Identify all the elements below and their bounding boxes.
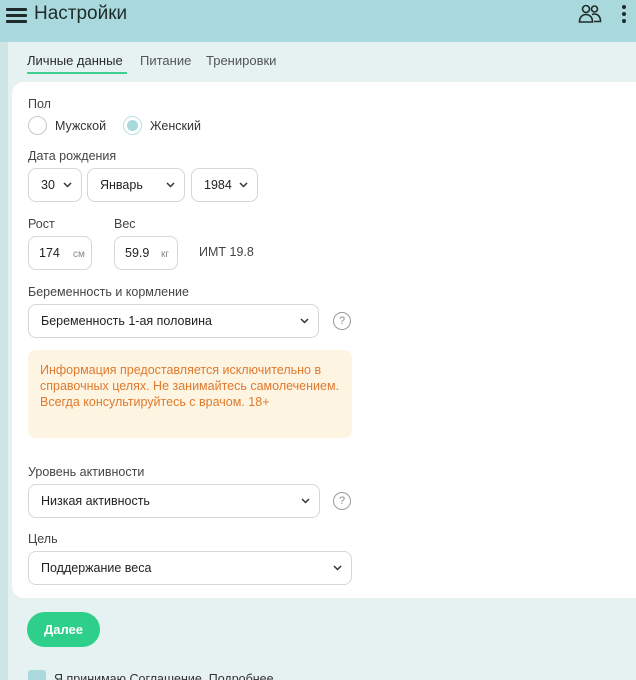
- page-title: Настройки: [34, 3, 128, 24]
- more-vertical-icon[interactable]: [621, 3, 627, 25]
- left-edge-strip: [0, 42, 8, 680]
- height-unit: см: [73, 249, 85, 260]
- activity-value: Низкая активность: [41, 494, 150, 508]
- users-icon[interactable]: [578, 3, 602, 25]
- gender-male-radio[interactable]: [28, 116, 47, 135]
- birth-year-value: 1984: [204, 178, 232, 192]
- weight-label: Вес: [114, 217, 136, 231]
- bmi-value: ИМТ 19.8: [199, 245, 254, 259]
- gender-female-radio[interactable]: [123, 116, 142, 135]
- activity-help-icon[interactable]: ?: [333, 492, 351, 510]
- gender-male-label[interactable]: Мужской: [55, 119, 106, 133]
- medical-disclaimer-notice: Информация предоставляется исключительно…: [28, 350, 352, 438]
- height-label: Рост: [28, 217, 55, 231]
- activity-label: Уровень активности: [28, 465, 145, 479]
- birth-month-select[interactable]: Январь: [87, 168, 185, 202]
- goal-value: Поддержание веса: [41, 561, 152, 575]
- goal-select[interactable]: Поддержание веса: [28, 551, 352, 585]
- active-tab-indicator: [27, 72, 127, 74]
- height-input[interactable]: 174 см: [28, 236, 92, 270]
- agreement-checkbox[interactable]: [28, 670, 46, 680]
- height-value: 174: [39, 246, 60, 260]
- pregnancy-help-icon[interactable]: ?: [333, 312, 351, 330]
- next-button[interactable]: Далее: [27, 612, 100, 647]
- chevron-down-icon: [166, 182, 175, 188]
- hamburger-menu-icon[interactable]: [6, 4, 28, 24]
- gender-female-label[interactable]: Женский: [150, 119, 201, 133]
- chevron-down-icon: [301, 498, 310, 504]
- birth-month-value: Январь: [100, 178, 143, 192]
- activity-select[interactable]: Низкая активность: [28, 484, 320, 518]
- chevron-down-icon: [63, 182, 72, 188]
- weight-unit: кг: [161, 249, 170, 260]
- pregnancy-value: Беременность 1-ая половина: [41, 314, 212, 328]
- birthdate-label: Дата рождения: [28, 149, 117, 163]
- birth-day-value: 30: [41, 178, 55, 192]
- agreement-row: Я принимаю Соглашение. Подробнее: [28, 670, 428, 680]
- chevron-down-icon: [239, 182, 248, 188]
- app-header: Настройки: [0, 0, 636, 42]
- birth-year-select[interactable]: 1984: [191, 168, 258, 202]
- tab-personal-data[interactable]: Личные данные: [27, 53, 123, 68]
- agreement-text[interactable]: Я принимаю Соглашение. Подробнее: [54, 672, 274, 680]
- gender-label: Пол: [28, 97, 51, 111]
- birth-day-select[interactable]: 30: [28, 168, 82, 202]
- pregnancy-label: Беременность и кормление: [28, 285, 189, 299]
- weight-value: 59.9: [125, 246, 150, 260]
- tab-nutrition[interactable]: Питание: [140, 53, 191, 68]
- chevron-down-icon: [300, 318, 309, 324]
- goal-label: Цель: [28, 532, 58, 546]
- tab-workouts[interactable]: Тренировки: [206, 53, 276, 68]
- pregnancy-select[interactable]: Беременность 1-ая половина: [28, 304, 319, 338]
- weight-input[interactable]: 59.9 кг: [114, 236, 178, 270]
- chevron-down-icon: [333, 565, 342, 571]
